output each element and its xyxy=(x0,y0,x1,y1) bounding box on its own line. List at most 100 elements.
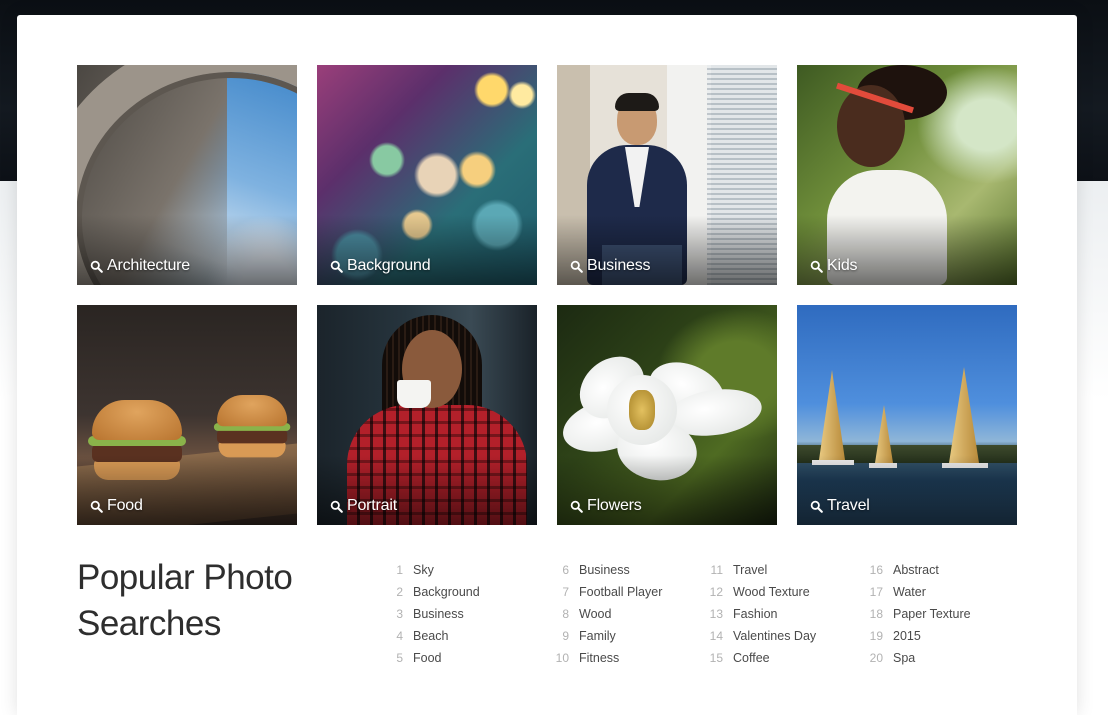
search-term: Wood xyxy=(579,607,612,621)
popular-search-link[interactable]: 11 Travel xyxy=(707,563,867,585)
category-label: Flowers xyxy=(570,497,642,515)
popular-search-link[interactable]: 4 Beach xyxy=(387,629,553,651)
popular-search-link[interactable]: 13 Fashion xyxy=(707,607,867,629)
search-term: Valentines Day xyxy=(733,629,817,643)
rank-number: 12 xyxy=(709,585,723,599)
search-term: Food xyxy=(413,651,442,665)
popular-search-link[interactable]: 12 Wood Texture xyxy=(707,585,867,607)
search-column: 1 Sky 2 Background 3 Business 4 Beach 5 Food xyxy=(387,563,553,673)
popular-search-link[interactable]: 20 Spa xyxy=(867,651,987,673)
category-name: Portrait xyxy=(347,497,397,514)
rank-number: 5 xyxy=(396,651,403,665)
search-term: Fitness xyxy=(579,651,620,665)
popular-search-link[interactable]: 1 Sky xyxy=(387,563,553,585)
rank-number: 4 xyxy=(396,629,403,643)
rank-number: 6 xyxy=(562,563,569,577)
rank-number: 3 xyxy=(396,607,403,621)
category-name: Business xyxy=(587,257,651,274)
search-icon xyxy=(810,500,823,513)
popular-search-link[interactable]: 2 Background xyxy=(387,585,553,607)
rank-number: 11 xyxy=(710,563,723,577)
rank-number: 10 xyxy=(555,651,569,665)
rank-number: 16 xyxy=(869,563,883,577)
popular-search-link[interactable]: 5 Food xyxy=(387,651,553,673)
category-name: Background xyxy=(347,257,431,274)
popular-search-link[interactable]: 6 Business xyxy=(553,563,707,585)
search-term: Business xyxy=(579,563,630,577)
popular-search-link[interactable]: 16 Abstract xyxy=(867,563,987,585)
search-term: Spa xyxy=(893,651,916,665)
popular-searches-list: 1 Sky 2 Background 3 Business 4 Beach 5 Food … xyxy=(387,563,987,673)
rank-number: 8 xyxy=(562,607,569,621)
rank-number: 1 xyxy=(396,563,403,577)
rank-number: 2 xyxy=(396,585,403,599)
search-term: Business xyxy=(413,607,464,621)
category-name: Flowers xyxy=(587,497,642,514)
category-tile-flowers[interactable]: Flowers xyxy=(557,305,777,525)
category-label: Portrait xyxy=(330,497,397,515)
search-term: Paper Texture xyxy=(893,607,971,621)
search-term: Football Player xyxy=(579,585,663,599)
search-term: Water xyxy=(893,585,926,599)
category-tile-background[interactable]: Background xyxy=(317,65,537,285)
category-label: Travel xyxy=(810,497,870,515)
content-card: Architecture Background Business Kids Fo… xyxy=(17,15,1077,715)
search-term: 2015 xyxy=(893,629,921,643)
popular-search-link[interactable]: 18 Paper Texture xyxy=(867,607,987,629)
category-name: Food xyxy=(107,497,143,514)
category-label: Food xyxy=(90,497,143,515)
rank-number: 7 xyxy=(562,585,569,599)
search-icon xyxy=(570,500,583,513)
category-tile-kids[interactable]: Kids xyxy=(797,65,1017,285)
popular-search-link[interactable]: 17 Water xyxy=(867,585,987,607)
popular-search-link[interactable]: 3 Business xyxy=(387,607,553,629)
category-label: Background xyxy=(330,257,431,275)
search-term: Travel xyxy=(733,563,768,577)
rank-number: 17 xyxy=(869,585,883,599)
rank-number: 15 xyxy=(709,651,723,665)
rank-number: 19 xyxy=(869,629,883,643)
popular-search-link[interactable]: 9 Family xyxy=(553,629,707,651)
popular-searches-heading: Popular Photo Searches xyxy=(77,558,293,643)
category-label: Business xyxy=(570,257,651,275)
popular-search-link[interactable]: 7 Football Player xyxy=(553,585,707,607)
search-term: Background xyxy=(413,585,480,599)
search-icon xyxy=(330,500,343,513)
popular-search-link[interactable]: 10 Fitness xyxy=(553,651,707,673)
category-label: Kids xyxy=(810,257,858,275)
category-name: Travel xyxy=(827,497,870,514)
category-tile-food[interactable]: Food xyxy=(77,305,297,525)
category-label: Architecture xyxy=(90,257,190,275)
search-term: Wood Texture xyxy=(733,585,810,599)
rank-number: 13 xyxy=(709,607,723,621)
search-column: 16 Abstract 17 Water 18 Paper Texture 19 201… xyxy=(867,563,987,673)
search-icon xyxy=(570,260,583,273)
search-icon xyxy=(90,500,103,513)
rank-number: 20 xyxy=(869,651,883,665)
category-name: Architecture xyxy=(107,257,190,274)
rank-number: 9 xyxy=(562,629,569,643)
category-name: Kids xyxy=(827,257,858,274)
search-term: Family xyxy=(579,629,616,643)
rank-number: 18 xyxy=(869,607,883,621)
search-icon xyxy=(810,260,823,273)
search-icon xyxy=(330,260,343,273)
search-term: Beach xyxy=(413,629,449,643)
popular-search-link[interactable]: 19 2015 xyxy=(867,629,987,651)
popular-search-link[interactable]: 8 Wood xyxy=(553,607,707,629)
search-term: Abstract xyxy=(893,563,939,577)
search-column: 11 Travel 12 Wood Texture 13 Fashion 14 Vale… xyxy=(707,563,867,673)
search-term: Sky xyxy=(413,563,434,577)
category-grid: Architecture Background Business Kids Fo… xyxy=(77,65,1017,525)
rank-number: 14 xyxy=(709,629,723,643)
category-tile-architecture[interactable]: Architecture xyxy=(77,65,297,285)
search-term: Fashion xyxy=(733,607,778,621)
search-icon xyxy=(90,260,103,273)
category-tile-business[interactable]: Business xyxy=(557,65,777,285)
popular-search-link[interactable]: 14 Valentines Day xyxy=(707,629,867,651)
search-term: Coffee xyxy=(733,651,770,665)
popular-search-link[interactable]: 15 Coffee xyxy=(707,651,867,673)
category-tile-travel[interactable]: Travel xyxy=(797,305,1017,525)
category-tile-portrait[interactable]: Portrait xyxy=(317,305,537,525)
search-column: 6 Business 7 Football Player 8 Wood 9 Family… xyxy=(553,563,707,673)
